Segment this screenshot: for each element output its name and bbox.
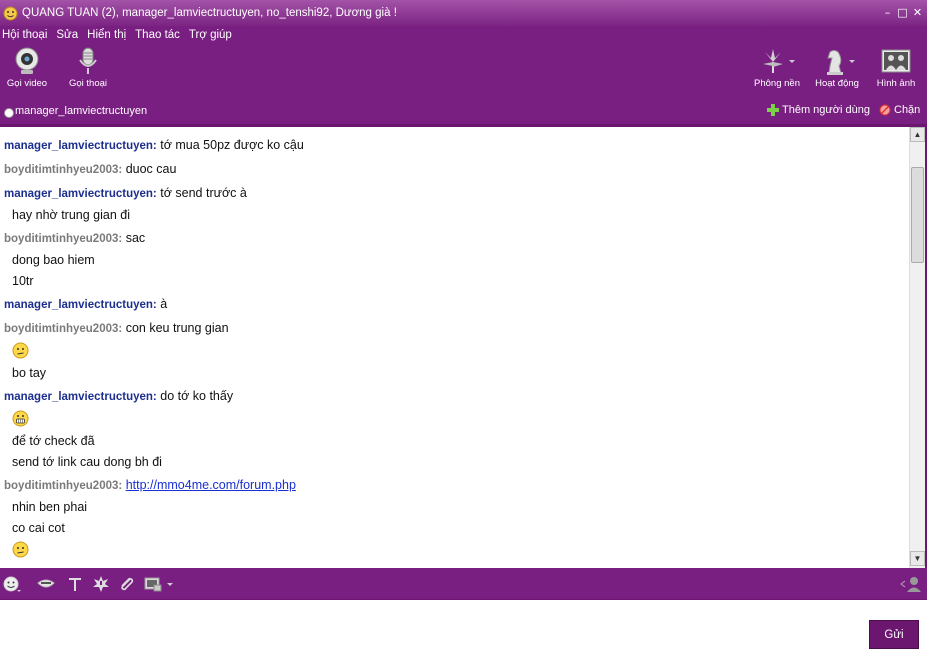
title-bar: QUANG TUAN (2), manager_lamviectructuyen… — [0, 0, 927, 26]
message-text: duoc cau — [125, 162, 177, 176]
message-sender: manager_lamviectructuyen: — [4, 188, 157, 200]
message-continuation: dong bao hiem — [12, 253, 95, 267]
buzz-icon[interactable] — [92, 575, 110, 593]
message-sender: boyditimtinhyeu2003: — [4, 233, 123, 245]
chat-history: manager_lamviectructuyen: tớ mua 50pz đư… — [0, 127, 910, 568]
add-user-button[interactable]: Thêm người dùng — [767, 104, 870, 116]
audible-icon[interactable] — [37, 575, 55, 593]
close-icon[interactable]: ✕ — [912, 7, 923, 18]
photos-icon — [881, 49, 911, 73]
message-sender: boyditimtinhyeu2003: — [4, 323, 123, 335]
message-sender: manager_lamviectructuyen: — [4, 140, 157, 152]
message-text: à — [160, 297, 168, 311]
voice-call-button[interactable]: Gọi thoại — [58, 46, 118, 89]
chess-knight-icon — [827, 50, 855, 75]
maximize-icon[interactable]: □ — [897, 7, 908, 18]
chat-message: manager_lamviectructuyen: tớ send trước … — [4, 186, 247, 200]
message-link[interactable]: http://mmo4me.com/forum.php — [126, 478, 296, 492]
block-button[interactable]: Chặn — [879, 104, 920, 116]
message-text: tớ send trước à — [160, 186, 247, 200]
voice-call-label: Gọi thoại — [68, 78, 108, 89]
contact-name[interactable]: manager_lamviectructuyen — [15, 105, 147, 117]
menu-help[interactable]: Trợ giúp — [187, 29, 239, 41]
message-continuation: bo tay — [12, 366, 47, 380]
menu-conversation[interactable]: Hội thoại — [0, 29, 54, 41]
chat-scrollbar[interactable]: ▲ ▼ — [909, 127, 925, 568]
message-sender: boyditimtinhyeu2003: — [4, 480, 123, 492]
formatting-toolbar — [0, 568, 927, 599]
message-continuation: 10tr — [12, 274, 34, 288]
scroll-down-icon[interactable]: ▼ — [910, 551, 925, 566]
chat-window: QUANG TUAN (2), manager_lamviectructuyen… — [0, 0, 927, 660]
message-input[interactable] — [0, 600, 927, 660]
message-continuation: hay nhờ trung gian đi — [12, 208, 130, 222]
message-text: do tớ ko thấy — [160, 389, 234, 403]
message-continuation: để tớ check đã — [12, 434, 95, 448]
message-continuation: send tớ link cau dong bh đi — [12, 455, 162, 469]
block-label: Chặn — [894, 104, 921, 116]
scroll-thumb[interactable] — [911, 167, 924, 263]
messenger-icon — [3, 6, 18, 20]
photos-label: Hình ảnh — [876, 78, 916, 89]
chat-message: manager_lamviectructuyen: à — [4, 297, 167, 311]
block-icon — [879, 104, 891, 116]
background-label: Phông nền — [754, 78, 800, 89]
menu-bar: Hội thoại Sửa Hiển thị Thao tác Trợ giúp — [0, 26, 927, 44]
attachment-icon[interactable] — [118, 575, 136, 593]
message-sender: manager_lamviectructuyen: — [4, 299, 157, 311]
chat-message: manager_lamviectructuyen: tớ mua 50pz đư… — [4, 138, 304, 152]
chat-message: boyditimtinhyeu2003: con keu trung gian — [4, 321, 229, 335]
message-sender: boyditimtinhyeu2003: — [4, 164, 123, 176]
add-user-label: Thêm người dùng — [782, 104, 870, 116]
menu-actions[interactable]: Thao tác — [133, 29, 187, 41]
window-title: QUANG TUAN (2), manager_lamviectructuyen… — [22, 7, 397, 19]
send-button[interactable]: Gửi — [869, 620, 919, 649]
leaf-icon — [763, 49, 795, 73]
video-call-label: Gọi video — [6, 78, 48, 89]
contact-panel-icon[interactable] — [899, 575, 923, 593]
message-text: sac — [125, 231, 146, 245]
menu-view[interactable]: Hiển thị — [85, 29, 133, 41]
chat-message: boyditimtinhyeu2003: duoc cau — [4, 162, 176, 176]
minimize-icon[interactable]: – — [882, 7, 893, 18]
activity-button[interactable]: Hoạt động — [807, 46, 867, 89]
webcam-icon — [15, 47, 39, 74]
emoticon-picker-icon[interactable] — [3, 575, 21, 593]
plus-icon — [767, 104, 779, 116]
video-call-button[interactable]: Gọi video — [0, 46, 57, 89]
photos-button[interactable]: Hình ảnh — [866, 46, 926, 89]
background-button[interactable]: Phông nền — [747, 46, 807, 89]
chat-message: boyditimtinhyeu2003: sac — [4, 231, 145, 245]
conversation-bar: manager_lamviectructuyen Thêm người dùng… — [0, 102, 927, 124]
message-sender: manager_lamviectructuyen: — [4, 391, 157, 403]
worried-emoticon-icon — [12, 342, 29, 359]
share-picture-icon[interactable] — [144, 575, 174, 593]
scroll-up-icon[interactable]: ▲ — [910, 127, 925, 142]
presence-status-icon — [4, 108, 14, 118]
message-continuation: nhin ben phai — [12, 500, 88, 514]
menu-edit[interactable]: Sửa — [54, 29, 85, 41]
toolbar: Gọi video Gọi thoại Phông nền Hoạt động … — [0, 44, 927, 102]
chat-message: manager_lamviectructuyen: do tớ ko thấy — [4, 389, 233, 403]
worried-emoticon-icon — [12, 541, 29, 558]
text-format-icon[interactable] — [66, 575, 84, 593]
activity-label: Hoạt động — [815, 78, 859, 89]
grin-emoticon-icon — [12, 410, 29, 427]
message-continuation: co cai cot — [12, 521, 65, 535]
message-text: con keu trung gian — [125, 321, 229, 335]
chat-message: boyditimtinhyeu2003: http://mmo4me.com/f… — [4, 478, 296, 492]
microphone-icon — [79, 47, 97, 74]
message-text: tớ mua 50pz được ko cậu — [160, 138, 304, 152]
